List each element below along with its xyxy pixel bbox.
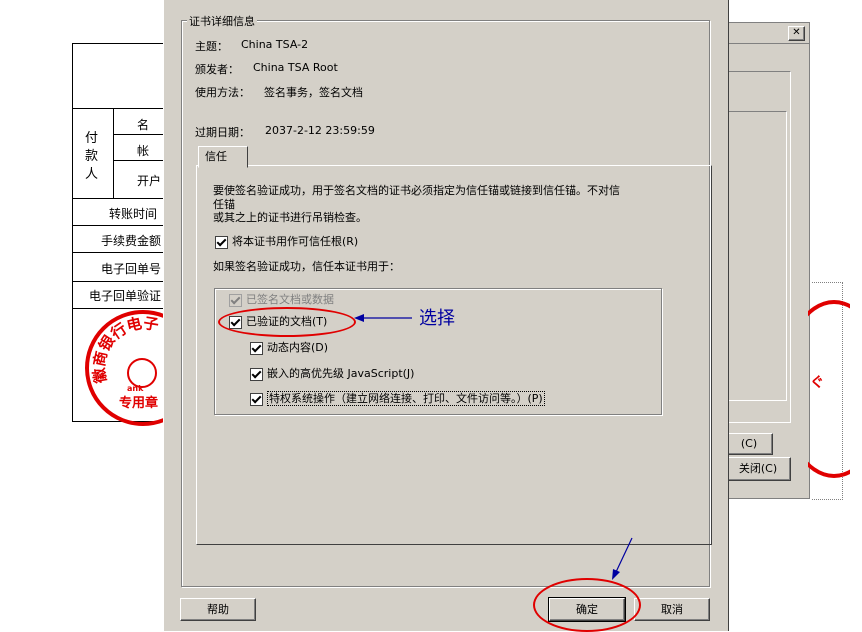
arrow-line-ok xyxy=(615,537,633,573)
arrow-head-ok-icon xyxy=(612,569,620,580)
arrow-head-select-icon xyxy=(354,314,364,322)
tab-trust[interactable]: 信任 xyxy=(198,146,248,168)
annotation-select-text: 选择 xyxy=(419,308,455,329)
